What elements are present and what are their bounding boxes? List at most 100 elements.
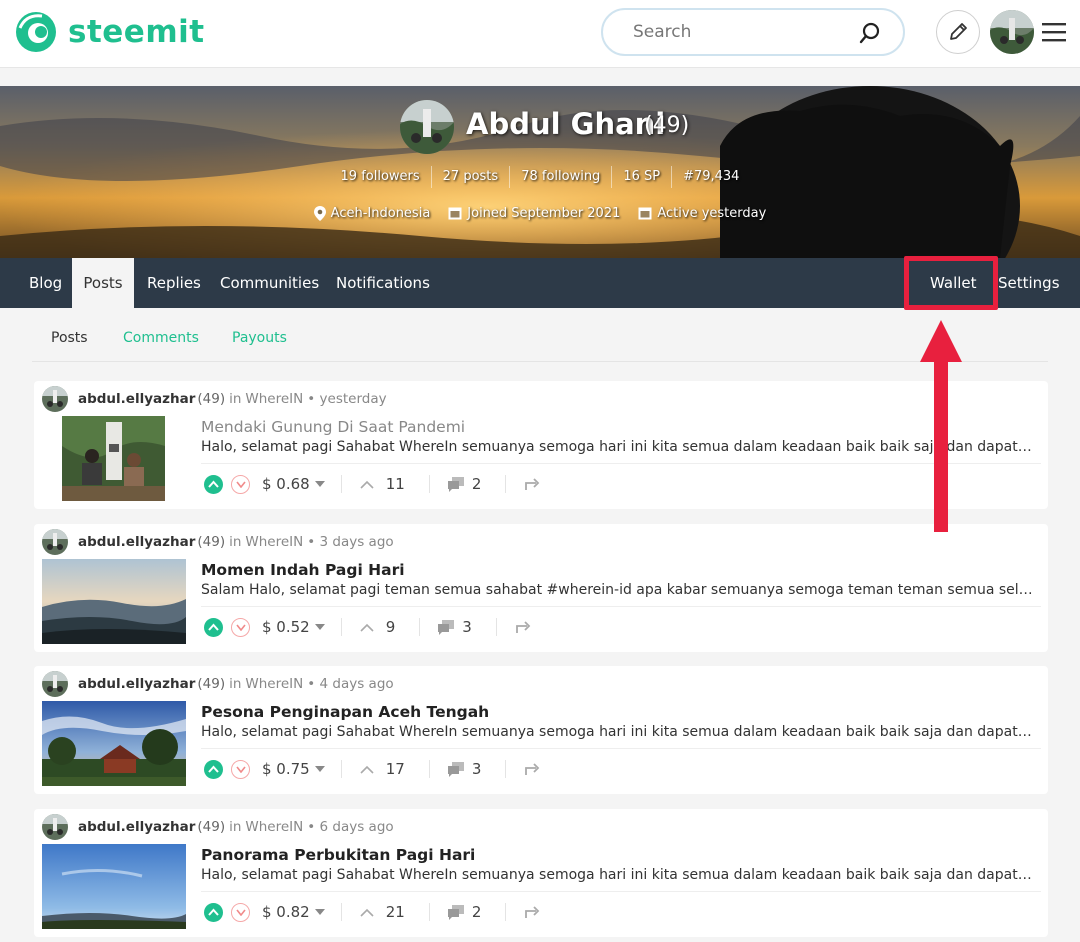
post-thumbnail[interactable] [42,559,186,644]
payout-amount[interactable]: $ 0.68 [262,475,310,493]
upvote-button[interactable] [204,617,223,637]
payout-amount[interactable]: $ 0.75 [262,760,310,778]
downvote-button[interactable] [231,902,250,922]
pencil-icon [950,23,967,40]
post-thumbnail-image [42,844,186,929]
author-avatar[interactable] [42,529,68,555]
post-header: abdul.ellyazhar (49) in WhereIN • 4 days… [42,671,394,697]
post-time[interactable]: • yesterday [307,391,386,407]
downvote-button[interactable] [231,759,250,779]
subtab-comments[interactable]: Comments [123,330,199,346]
author-link[interactable]: abdul.ellyazhar [78,819,195,835]
resteem-icon[interactable] [524,905,540,919]
post-title-link[interactable]: Pesona Penginapan Aceh Tengah [201,703,489,721]
author-avatar[interactable] [42,386,68,412]
resteem-icon[interactable] [515,620,531,634]
hamburger-menu-icon[interactable] [1042,22,1066,42]
chevron-down-icon [235,624,246,631]
search-icon[interactable] [859,22,881,44]
community-link[interactable]: WhereIN [245,391,303,407]
community-link[interactable]: WhereIN [245,676,303,692]
tab-settings[interactable]: Settings [998,258,1060,308]
payout-amount[interactable]: $ 0.82 [262,903,310,921]
post-time[interactable]: • 4 days ago [307,676,393,692]
tab-communities[interactable]: Communities [220,258,319,308]
author-avatar-image [42,529,68,555]
subtab-payouts[interactable]: Payouts [232,330,287,346]
payout-caret-icon[interactable] [314,481,325,487]
profile-meta: Aceh-Indonesia Joined September 2021 Act… [0,202,1080,224]
votes-count[interactable]: 21 [360,903,405,921]
payout-caret-icon[interactable] [314,624,325,630]
tab-replies[interactable]: Replies [147,258,201,308]
posts-subtabs: Posts Comments Payouts [32,318,1048,362]
comments-count[interactable]: 3 [447,760,481,778]
author-avatar[interactable] [42,671,68,697]
joined-text: Joined September 2021 [467,205,621,221]
post-thumbnail[interactable] [42,844,186,929]
post-title-link[interactable]: Momen Indah Pagi Hari [201,561,405,579]
comments-icon [447,476,464,492]
upvote-button[interactable] [204,474,223,494]
post-time[interactable]: • 3 days ago [307,534,393,550]
comments-count[interactable]: 2 [447,475,481,493]
upvote-button[interactable] [204,902,223,922]
post-thumbnail[interactable] [42,701,186,786]
downvote-button[interactable] [231,474,250,494]
divider [505,760,507,778]
chevron-up-icon [360,908,374,917]
calendar-icon [638,207,652,220]
search-box[interactable] [601,8,905,56]
tab-posts[interactable]: Posts [72,258,134,308]
post-actions: $ 0.82 21 2 [204,901,540,923]
resteem-icon[interactable] [524,477,540,491]
location: Aceh-Indonesia [313,202,430,224]
post-actions: $ 0.75 17 3 [204,758,540,780]
payout-amount[interactable]: $ 0.52 [262,618,310,636]
votes-count[interactable]: 11 [360,475,405,493]
post-card: abdul.ellyazhar (49) in WhereIN • yester… [34,381,1048,509]
search-input[interactable] [633,18,843,46]
post-excerpt[interactable]: Halo, selamat pagi Sahabat WhereIn semua… [201,439,1041,464]
resteem-icon[interactable] [524,762,540,776]
post-title-link[interactable]: Panorama Perbukitan Pagi Hari [201,846,475,864]
payout-caret-icon[interactable] [314,909,325,915]
following-link[interactable]: 78 following [509,166,611,188]
community-link[interactable]: WhereIN [245,534,303,550]
post-excerpt[interactable]: Halo, selamat pagi Sahabat WhereIn semua… [201,867,1041,892]
author-avatar[interactable] [42,814,68,840]
votes-count[interactable]: 17 [360,760,405,778]
comments-number: 3 [462,618,472,636]
author-link[interactable]: abdul.ellyazhar [78,391,195,407]
author-link[interactable]: abdul.ellyazhar [78,534,195,550]
post-time[interactable]: • 6 days ago [307,819,393,835]
rank: #79,434 [671,166,750,188]
comments-count[interactable]: 2 [447,903,481,921]
post-thumbnail[interactable] [62,416,165,501]
followers-link[interactable]: 19 followers [330,166,431,188]
post-excerpt[interactable]: Salam Halo, selamat pagi teman semua sah… [201,582,1041,607]
divider [340,618,342,636]
steemit-logo[interactable]: steemit [14,10,205,54]
community-link[interactable]: WhereIN [245,819,303,835]
votes-count[interactable]: 9 [360,618,395,636]
user-avatar-button[interactable] [990,10,1034,54]
profile-stats: 19 followers 27 posts 78 following 16 SP… [0,166,1080,188]
tab-blog[interactable]: Blog [29,258,62,308]
submit-post-button[interactable] [936,10,980,54]
votes-number: 21 [385,903,405,921]
divider [340,760,342,778]
author-reputation: (49) [197,819,226,835]
downvote-button[interactable] [231,617,250,637]
tab-notifications[interactable]: Notifications [336,258,430,308]
comments-count[interactable]: 3 [438,618,472,636]
chevron-down-icon [235,481,246,488]
payout-caret-icon[interactable] [314,766,325,772]
post-excerpt[interactable]: Halo, selamat pagi Sahabat WhereIn semua… [201,724,1041,749]
author-link[interactable]: abdul.ellyazhar [78,676,195,692]
post-title-link[interactable]: Mendaki Gunung Di Saat Pandemi [201,418,465,436]
subtab-posts[interactable]: Posts [51,330,88,346]
post-card: abdul.ellyazhar (49) in WhereIN • 4 days… [34,666,1048,794]
post-thumbnail-image [62,416,165,501]
upvote-button[interactable] [204,759,223,779]
